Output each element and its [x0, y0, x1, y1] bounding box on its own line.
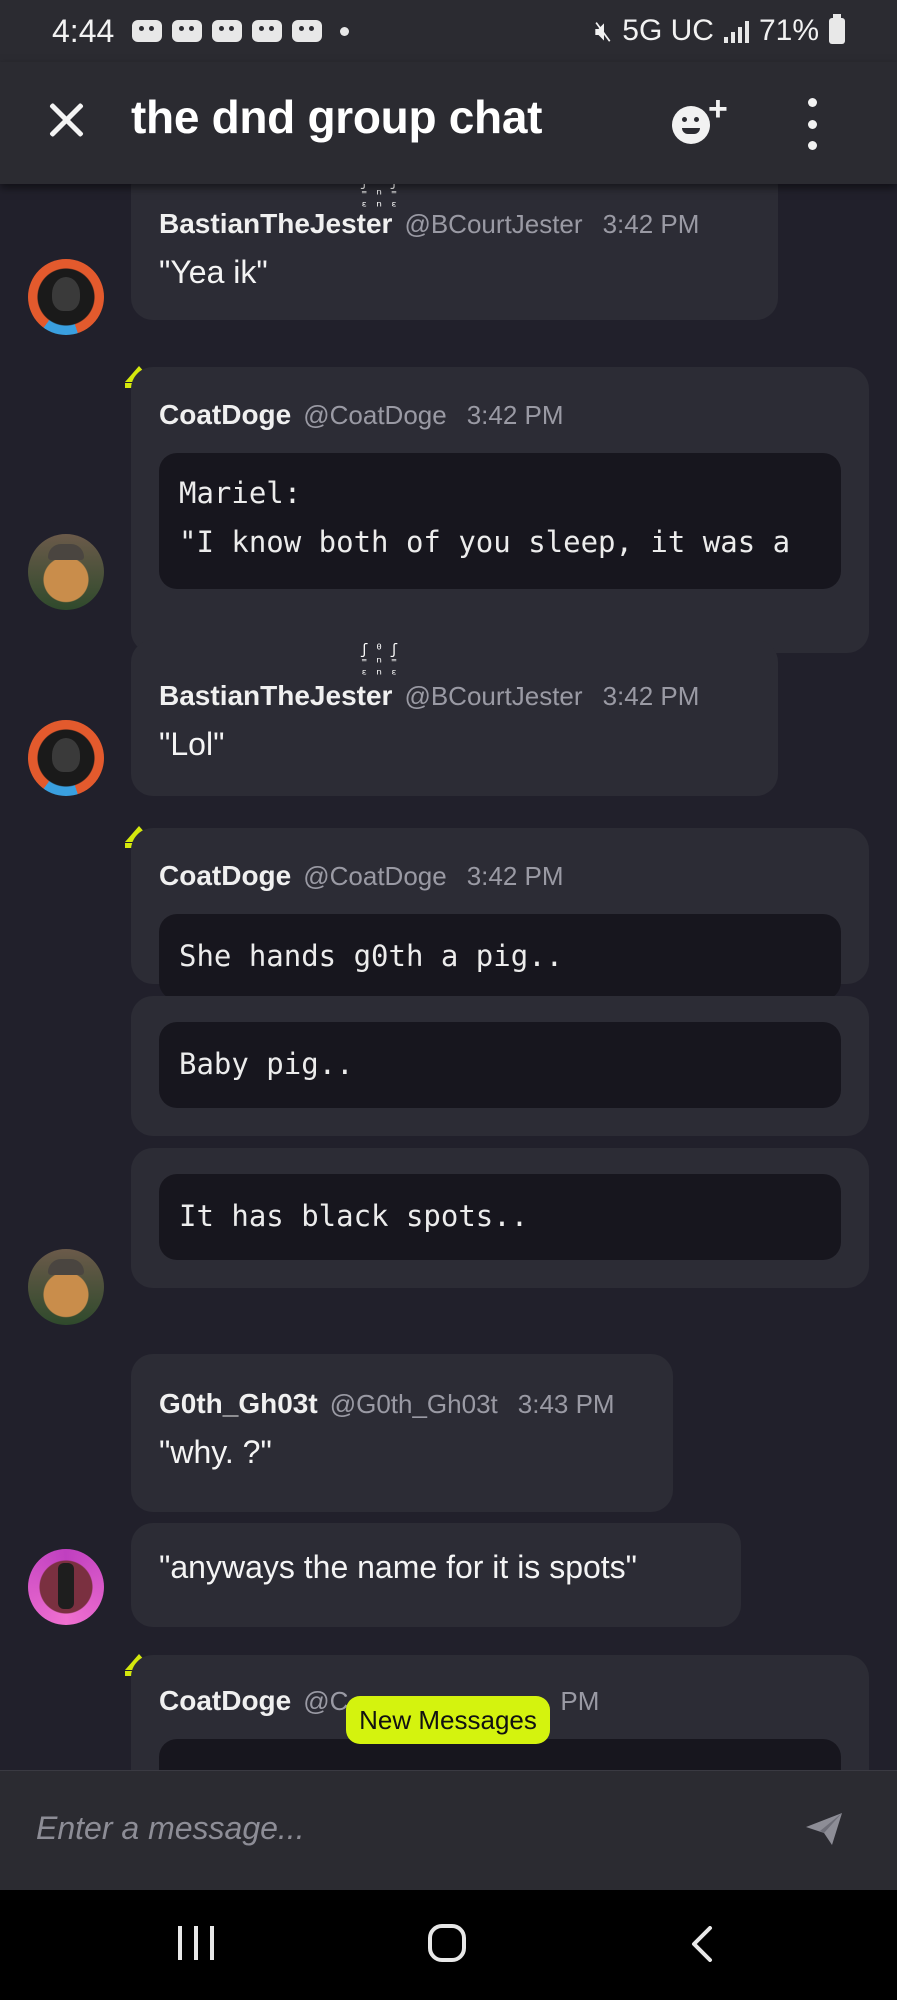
message-author[interactable]: BastianTheJester	[159, 208, 392, 240]
add-member-icon[interactable]: +	[672, 92, 732, 152]
message-bubble[interactable]: CoatDoge @CoatDoge 3:42 PM Mariel: "I kn…	[131, 367, 869, 653]
avatar[interactable]	[28, 720, 104, 796]
message-time: 3:42 PM	[466, 861, 564, 891]
zalgo-glyphs-decoration: ʃ ⁰ ʃ⁼ ⁿ ⁼ᵋ ⁿ ᵋ	[360, 184, 398, 216]
message-composer	[0, 1770, 897, 1890]
more-notifications-dot-icon	[340, 26, 350, 36]
message-time: 3:43 PM	[517, 1389, 615, 1419]
signal-icon	[723, 19, 749, 43]
system-navigation-bar	[0, 1890, 897, 2000]
message-handle: @G0th_Gh03t	[329, 1389, 498, 1419]
message-author[interactable]: CoatDoge	[159, 399, 291, 431]
message-bubble[interactable]: BastianTheJester @BCourtJester 3:42 PM "…	[131, 640, 778, 796]
message-time: PM	[560, 1686, 600, 1716]
new-messages-button[interactable]: New Messages	[346, 1696, 550, 1744]
network-type: 5G UC	[622, 14, 714, 47]
message-author[interactable]: BastianTheJester	[159, 680, 392, 712]
zalgo-glyphs-decoration: ʃ ⁰ ʃ⁼ ⁿ ⁼ᵋ ⁿ ᵋ	[360, 642, 398, 684]
message-handle: @CoatDoge	[303, 400, 447, 430]
discord-notification-icon	[212, 20, 243, 42]
more-options-icon[interactable]	[802, 98, 822, 150]
message-input[interactable]	[36, 1793, 776, 1863]
message-time: 3:42 PM	[466, 400, 564, 430]
mute-icon: 🔇︎	[594, 14, 613, 46]
message-bubble[interactable]: CoatDoge @CoatDoge 3:42 PM She hands g0t…	[131, 828, 869, 1000]
message-list[interactable]: BastianTheJester @BCourtJester 3:42 PM "…	[0, 184, 897, 1770]
close-icon[interactable]	[44, 98, 88, 142]
message-text: "why. ?"	[159, 1434, 272, 1470]
message-author[interactable]: G0th_Gh03t	[159, 1388, 318, 1420]
discord-notification-icon	[132, 20, 163, 42]
message-bubble[interactable]: BastianTheJester @BCourtJester 3:42 PM "…	[131, 184, 778, 320]
avatar[interactable]	[28, 1549, 104, 1625]
message-time: 3:42 PM	[602, 209, 700, 239]
battery-percent: 71%	[758, 14, 819, 47]
message-bubble[interactable]: Baby pig..	[131, 996, 869, 1136]
message-text: "anyways the name for it is spots"	[159, 1549, 638, 1585]
message-handle: @CoatDoge	[303, 861, 447, 891]
chat-title: the dnd group chat	[131, 91, 543, 143]
status-time: 4:44	[52, 12, 115, 49]
code-block: Mariel: "I know both of you sleep, it wa…	[159, 453, 841, 589]
send-icon[interactable]	[804, 1811, 844, 1847]
code-block: She hands g0th a pig..	[159, 914, 841, 1000]
message-author[interactable]: CoatDoge	[159, 860, 291, 892]
discord-notification-icon	[172, 20, 203, 42]
code-block: Baby pig..	[159, 1022, 841, 1108]
avatar[interactable]	[28, 259, 104, 335]
home-icon[interactable]	[428, 1924, 466, 1962]
message-bubble[interactable]: "anyways the name for it is spots"	[131, 1523, 741, 1627]
back-icon[interactable]	[690, 1926, 714, 1962]
message-handle: @BCourtJester	[404, 681, 583, 711]
discord-notification-icon	[252, 20, 283, 42]
message-author[interactable]: CoatDoge	[159, 1685, 291, 1717]
message-text: "Lol"	[159, 726, 225, 762]
avatar[interactable]	[28, 534, 104, 610]
code-block: It has black spots..	[159, 1174, 841, 1260]
message-handle: @BCourtJester	[404, 209, 583, 239]
notification-icons	[132, 20, 323, 42]
battery-icon	[829, 14, 845, 44]
recent-apps-icon[interactable]	[178, 1926, 214, 1960]
message-text: "Yea ik"	[159, 254, 268, 290]
message-handle: @C	[303, 1686, 349, 1716]
chat-header: the dnd group chat +	[0, 62, 897, 184]
status-bar: 4:44 🔇︎ 5G UC 71%	[0, 0, 897, 62]
avatar[interactable]	[28, 1249, 104, 1325]
discord-notification-icon	[292, 20, 323, 42]
message-time: 3:42 PM	[602, 681, 700, 711]
message-bubble[interactable]: It has black spots..	[131, 1148, 869, 1288]
message-bubble[interactable]: G0th_Gh03t @G0th_Gh03t 3:43 PM "why. ?"	[131, 1354, 673, 1512]
